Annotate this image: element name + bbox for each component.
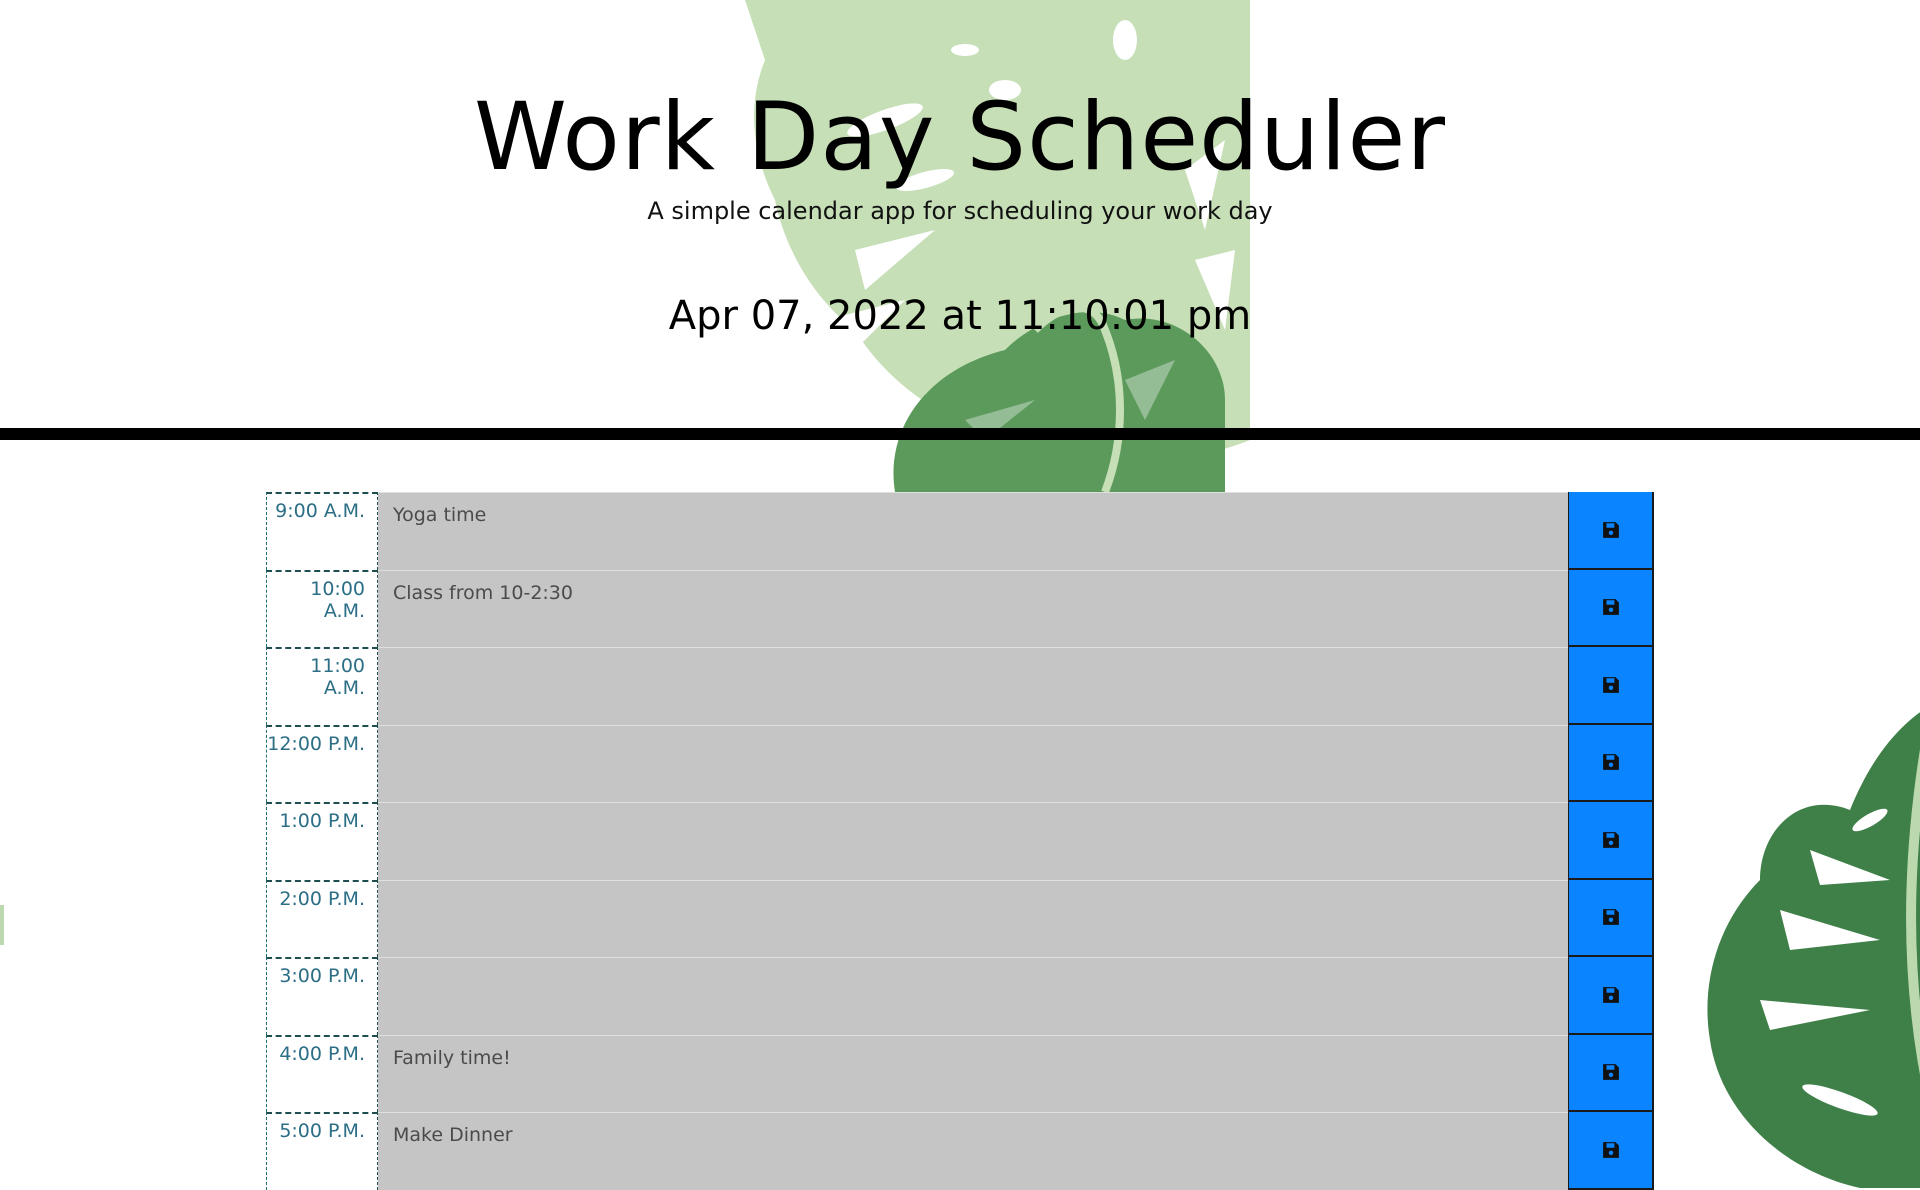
monstera-leaf-right: [1707, 712, 1920, 1188]
save-button[interactable]: [1568, 492, 1654, 570]
hour-label: 4:00 P.M.: [266, 1034, 378, 1112]
schedule-container: 9:00 A.M. Yoga time 10:00 A.M. Class fro…: [266, 492, 1654, 1190]
time-block-12pm: 12:00 P.M.: [266, 724, 1654, 802]
save-button[interactable]: [1568, 879, 1654, 957]
floppy-disk-icon: [1602, 599, 1619, 616]
hour-label: 3:00 P.M.: [266, 957, 378, 1035]
floppy-disk-icon: [1602, 1064, 1619, 1081]
hour-label: 10:00 A.M.: [266, 569, 378, 647]
hour-label: 9:00 A.M.: [266, 492, 378, 570]
hour-label: 12:00 P.M.: [266, 724, 378, 802]
hour-label: 2:00 P.M.: [266, 879, 378, 957]
event-description-input[interactable]: Family time!: [378, 1034, 1568, 1112]
page-subtitle: A simple calendar app for scheduling you…: [647, 197, 1273, 225]
event-description-input[interactable]: Make Dinner: [378, 1112, 1568, 1190]
floppy-disk-icon: [1602, 521, 1619, 538]
save-button[interactable]: [1568, 957, 1654, 1035]
event-description-input[interactable]: [378, 647, 1568, 725]
event-description-input[interactable]: [378, 957, 1568, 1035]
time-block-4pm: 4:00 P.M. Family time!: [266, 1034, 1654, 1112]
page-header: Work Day Scheduler A simple calendar app…: [0, 0, 1920, 440]
time-block-1pm: 1:00 P.M.: [266, 802, 1654, 880]
time-block-5pm: 5:00 P.M. Make Dinner: [266, 1112, 1654, 1190]
hour-label: 1:00 P.M.: [266, 802, 378, 880]
floppy-disk-icon: [1602, 831, 1619, 848]
floppy-disk-icon: [1602, 676, 1619, 693]
save-button[interactable]: [1568, 1112, 1654, 1190]
floppy-disk-icon: [1602, 986, 1619, 1003]
hour-label: 5:00 P.M.: [266, 1112, 378, 1190]
floppy-disk-icon: [1602, 909, 1619, 926]
save-button[interactable]: [1568, 1034, 1654, 1112]
event-description-input[interactable]: Yoga time: [378, 492, 1568, 570]
floppy-disk-icon: [1602, 754, 1619, 771]
leaf-edge-decoration: [0, 905, 4, 945]
event-description-input[interactable]: [378, 879, 1568, 957]
time-block-10am: 10:00 A.M. Class from 10-2:30: [266, 569, 1654, 647]
current-date-time: Apr 07, 2022 at 11:10:01 pm: [668, 293, 1252, 339]
time-block-3pm: 3:00 P.M.: [266, 957, 1654, 1035]
event-description-input[interactable]: Class from 10-2:30: [378, 569, 1568, 647]
save-button[interactable]: [1568, 724, 1654, 802]
event-description-input[interactable]: [378, 724, 1568, 802]
time-block-2pm: 2:00 P.M.: [266, 879, 1654, 957]
page-title: Work Day Scheduler: [474, 83, 1446, 192]
event-description-input[interactable]: [378, 802, 1568, 880]
floppy-disk-icon: [1602, 1141, 1619, 1158]
save-button[interactable]: [1568, 647, 1654, 725]
save-button[interactable]: [1568, 802, 1654, 880]
hour-label: 11:00 A.M.: [266, 647, 378, 725]
time-block-9am: 9:00 A.M. Yoga time: [266, 492, 1654, 570]
save-button[interactable]: [1568, 569, 1654, 647]
time-block-11am: 11:00 A.M.: [266, 647, 1654, 725]
